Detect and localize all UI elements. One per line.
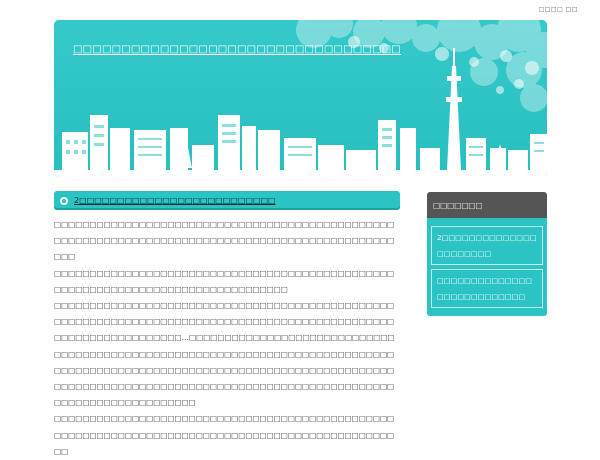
top-meta-text: □□□□ □□ — [538, 6, 578, 13]
sidebar-link[interactable]: 2□□□□□□□□□□□□□□□□□□□□□□ — [431, 226, 543, 265]
sidebar-link[interactable]: □□□□□□□□□□□□□□□□□□□□□□□□□□□ — [431, 269, 543, 308]
sidebar-heading: □□□□□□□ — [427, 192, 547, 218]
paragraph: □□□□□□□□□□□□□□□□□□□□□□□□□□□□□□□□□□□□□□□□… — [54, 268, 395, 294]
post-title-bar: 2□□□□□□□□□□□□□□□□□□□□□□□□□□ — [54, 191, 400, 210]
paragraph: □□□□□□□□□□□□□□□□□□□□□□□□□□□□□□□□□□□□□□□□… — [54, 301, 395, 327]
site-header-banner: □□□□□□□□□□□□□□□□□□□□□□□□□□□□□□□□□□ — [54, 20, 547, 177]
sidebar-links-box: 2□□□□□□□□□□□□□□□□□□□□□□ □□□□□□□□□□□□□□□□… — [427, 218, 547, 316]
paragraph: □□□□□□□□□□□□□□□□□□…□□□□□□□□□□□□□□□□□□□□□… — [54, 333, 395, 359]
paragraph: □□□□□□□□□□□□□□□□□□□□□□□□□□□□□□□□□□□□□□□□… — [54, 220, 395, 262]
site-title-link[interactable]: □□□□□□□□□□□□□□□□□□□□□□□□□□□□□□□□□□ — [73, 44, 401, 55]
post-title-link[interactable]: 2□□□□□□□□□□□□□□□□□□□□□□□□□□ — [74, 196, 276, 205]
main-content: 2□□□□□□□□□□□□□□□□□□□□□□□□□□ □□□□□□□□□□□□… — [54, 191, 400, 460]
post-body: □□□□□□□□□□□□□□□□□□□□□□□□□□□□□□□□□□□□□□□□… — [54, 217, 400, 460]
paragraph: □□□□□□□□□□□□□□□□□□□□□□□□□□□□□□□□□□□□□□□□… — [54, 414, 395, 456]
bullet-circle-icon — [60, 196, 68, 205]
paragraph: □□□□□□□□□□□□□□□□□□□□□□□□□□□□□□□□□□□□□□□□… — [54, 365, 395, 408]
sidebar: □□□□□□□ 2□□□□□□□□□□□□□□□□□□□□□□ □□□□□□□□… — [427, 192, 547, 316]
